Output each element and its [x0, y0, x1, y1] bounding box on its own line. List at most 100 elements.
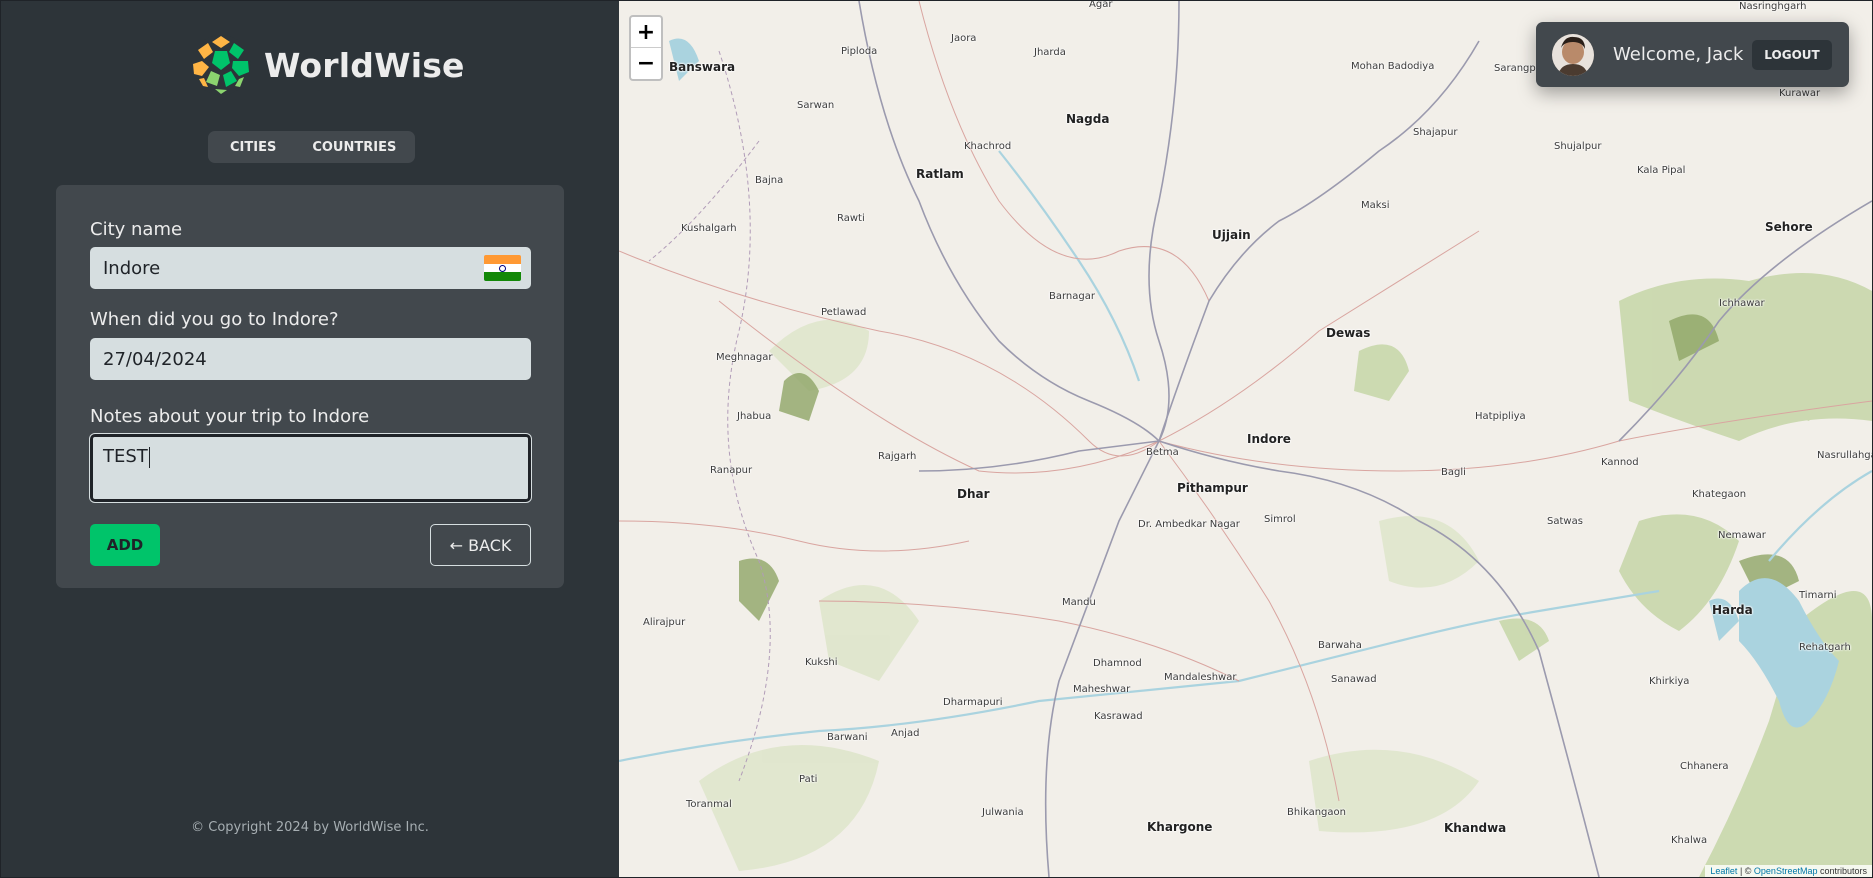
place-label: Anjad: [891, 728, 920, 739]
place-label: Sehore: [1765, 220, 1813, 234]
india-flag-icon: [484, 255, 521, 281]
add-button[interactable]: Add: [90, 524, 160, 566]
city-name-input[interactable]: Indore: [90, 247, 531, 289]
place-label: Rajgarh: [878, 451, 917, 462]
notes-textarea[interactable]: TEST: [90, 434, 531, 502]
notes-value: TEST: [103, 446, 148, 467]
zoom-control: + −: [629, 15, 663, 81]
place-label: Satwas: [1547, 516, 1583, 527]
place-label: Jhabua: [737, 411, 772, 422]
place-label: Ratlam: [916, 167, 964, 181]
map[interactable]: Agar Nasringhgarh Banswara Piploda Jaora…: [619, 1, 1872, 877]
attribution-separator: | ©: [1737, 866, 1754, 876]
copyright: © Copyright 2024 by WorldWise Inc.: [191, 820, 429, 835]
tab-countries[interactable]: Countries: [294, 131, 414, 163]
date-value: 27/04/2024: [103, 348, 207, 370]
place-label: Khandwa: [1444, 821, 1507, 835]
place-label: Pithampur: [1177, 481, 1248, 495]
place-label: Simrol: [1264, 514, 1296, 525]
place-label: Dharmapuri: [943, 697, 1003, 708]
notes-label: Notes about your trip to Indore: [90, 406, 370, 427]
place-label: Bajna: [755, 175, 784, 186]
place-label: Dhamnod: [1093, 658, 1142, 669]
place-label: Sarwan: [797, 100, 835, 111]
place-label: Indore: [1247, 432, 1291, 446]
sidebar: WorldWise Cities Countries City name Ind…: [1, 1, 619, 877]
place-label: Alirajpur: [643, 617, 686, 628]
place-label: Toranmal: [686, 799, 732, 810]
add-city-form: City name Indore When did you go to Indo…: [56, 185, 564, 588]
place-label: Chhanera: [1680, 761, 1729, 772]
place-label: Barwani: [827, 732, 868, 743]
place-label: Pati: [799, 774, 818, 785]
place-label: Khargone: [1147, 820, 1213, 834]
place-label: Maheshwar: [1073, 684, 1131, 695]
place-label: Nasringhgarh: [1739, 1, 1807, 12]
place-label: Dr. Ambedkar Nagar: [1138, 519, 1240, 530]
place-label: Kannod: [1601, 457, 1639, 468]
place-label: Timarni: [1799, 590, 1837, 601]
place-label: Bhikangaon: [1287, 807, 1346, 818]
place-label: Hatpipliya: [1475, 411, 1526, 422]
place-label: Dewas: [1326, 326, 1371, 340]
place-label: Kasrawad: [1094, 711, 1143, 722]
place-label: Banswara: [669, 60, 736, 74]
nav-tabs: Cities Countries: [208, 131, 415, 163]
user-card: Welcome, Jack Logout: [1536, 22, 1849, 87]
place-label: Rehatgarh: [1799, 642, 1851, 653]
map-attribution: Leaflet | © OpenStreetMap contributors: [1705, 865, 1872, 877]
place-label: Rawti: [837, 213, 865, 224]
place-label: Khirkiya: [1649, 676, 1690, 687]
place-label: Bagli: [1441, 467, 1466, 478]
logo[interactable]: WorldWise: [190, 34, 465, 96]
attribution-suffix: contributors: [1817, 866, 1867, 876]
logout-button[interactable]: Logout: [1752, 40, 1832, 70]
place-label: Khategaon: [1692, 489, 1747, 500]
place-label: Dhar: [957, 487, 990, 501]
place-label: Nagda: [1066, 112, 1110, 126]
place-label: Khachrod: [964, 141, 1012, 152]
back-button[interactable]: ← BACK: [430, 524, 531, 566]
zoom-in-button[interactable]: +: [631, 17, 661, 48]
city-name-label: City name: [90, 219, 183, 240]
place-label: Piploda: [841, 46, 878, 57]
text-caret: [148, 446, 150, 468]
place-label: Sanawad: [1331, 674, 1377, 685]
place-label: Shujalpur: [1554, 141, 1602, 152]
place-label: Shajapur: [1413, 127, 1458, 138]
osm-link[interactable]: OpenStreetMap: [1754, 866, 1818, 876]
place-label: Khalwa: [1671, 835, 1708, 846]
map-tiles: [619, 1, 1872, 877]
place-label: Kushalgarh: [681, 223, 737, 234]
place-label: Ichhawar: [1719, 298, 1765, 309]
place-label: Maksi: [1361, 200, 1390, 211]
place-label: Kala Pipal: [1637, 165, 1686, 176]
logo-text: WorldWise: [264, 45, 465, 85]
place-label: Barnagar: [1049, 291, 1095, 302]
place-label: Petlawad: [821, 307, 867, 318]
place-label: Nasrullahganj: [1817, 450, 1872, 461]
logo-icon: [191, 35, 251, 95]
place-label: Jaora: [951, 33, 977, 44]
place-label: Ranapur: [710, 465, 753, 476]
place-label: Harda: [1712, 603, 1753, 617]
leaflet-link[interactable]: Leaflet: [1710, 866, 1737, 876]
place-label: Jharda: [1034, 47, 1066, 58]
place-label: Ujjain: [1212, 228, 1251, 242]
avatar: [1552, 34, 1594, 76]
city-name-value: Indore: [103, 257, 161, 279]
place-label: Julwania: [982, 807, 1024, 818]
zoom-out-button[interactable]: −: [631, 48, 661, 79]
date-label: When did you go to Indore?: [90, 309, 339, 330]
place-label: Agar: [1089, 1, 1113, 10]
place-label: Meghnagar: [716, 352, 773, 363]
place-label: Barwaha: [1318, 640, 1362, 651]
place-label: Kukshi: [805, 657, 838, 668]
place-label: Mandu: [1062, 597, 1096, 608]
place-label: Kurawar: [1779, 88, 1821, 99]
date-input[interactable]: 27/04/2024: [90, 338, 531, 380]
place-label: Betma: [1146, 447, 1179, 458]
place-label: Mandaleshwar: [1164, 672, 1237, 683]
tab-cities[interactable]: Cities: [208, 131, 294, 163]
place-label: Nemawar: [1718, 530, 1766, 541]
